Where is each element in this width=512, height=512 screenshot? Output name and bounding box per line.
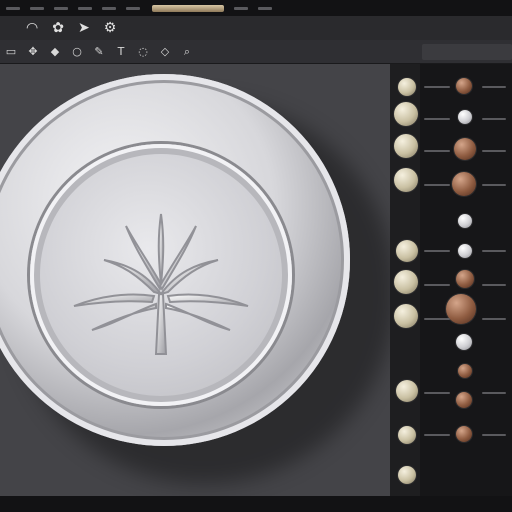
arrow-icon[interactable]: ➤ — [78, 20, 90, 36]
list-line — [424, 284, 450, 286]
coin-thumb-small[interactable] — [452, 172, 476, 196]
list-line — [482, 250, 506, 252]
zoom-icon[interactable]: ⌕ — [180, 45, 194, 58]
coin-thumb[interactable] — [394, 168, 418, 192]
menu-item-5[interactable] — [102, 7, 116, 10]
circle-icon[interactable]: ○ — [70, 45, 84, 58]
list-line — [424, 118, 450, 120]
coin-thumb[interactable] — [398, 78, 416, 96]
coin-thumb-small[interactable] — [458, 214, 472, 228]
menu-item-1[interactable] — [6, 7, 20, 10]
menu-item-2[interactable] — [30, 7, 44, 10]
list-line — [482, 184, 506, 186]
menu-item-active[interactable] — [152, 5, 224, 12]
curve-icon[interactable]: ◠ — [26, 20, 38, 36]
main-toolbar: ◠ ✿ ➤ ⚙ — [0, 16, 512, 40]
stamp-icon[interactable]: ◆ — [48, 45, 62, 58]
coin-thumb-small[interactable] — [458, 364, 472, 378]
canvas[interactable] — [0, 64, 390, 496]
coin-thumb[interactable] — [398, 466, 416, 484]
menu-item-6[interactable] — [126, 7, 140, 10]
list-line — [424, 86, 450, 88]
select-icon[interactable]: ▭ — [4, 45, 18, 58]
brush-icon[interactable]: ✎ — [92, 45, 106, 58]
list-line — [482, 86, 506, 88]
list-line — [424, 434, 450, 436]
coin-thumb-small[interactable] — [458, 110, 472, 124]
list-line — [424, 250, 450, 252]
shape-icon[interactable]: ◇ — [158, 45, 172, 58]
menu-item-7[interactable] — [234, 7, 248, 10]
move-icon[interactable]: ✥ — [26, 45, 40, 58]
coin-thumb-small[interactable] — [456, 392, 472, 408]
gear-icon[interactable]: ⚙ — [104, 20, 117, 36]
coin-thumb-small[interactable] — [456, 270, 474, 288]
menu-item-8[interactable] — [258, 7, 272, 10]
coin-thumb-small[interactable] — [456, 426, 472, 442]
coin-thumb-small[interactable] — [454, 138, 476, 160]
panel-header[interactable] — [422, 44, 512, 60]
bottom-bar — [0, 496, 512, 512]
menu-bar — [0, 0, 512, 16]
menu-items — [6, 4, 272, 12]
coin-thumb[interactable] — [394, 270, 418, 294]
lasso-icon[interactable]: ◌ — [136, 45, 150, 58]
coin-thumb-small[interactable] — [456, 78, 472, 94]
text-icon[interactable]: T — [114, 45, 128, 58]
menu-item-3[interactable] — [54, 7, 68, 10]
coin-thumb[interactable] — [396, 380, 418, 402]
coin-thumb[interactable] — [398, 426, 416, 444]
coin-thumb[interactable] — [396, 240, 418, 262]
coin-thumb[interactable] — [394, 102, 418, 126]
coin-thumb-small[interactable] — [458, 244, 472, 258]
menu-item-4[interactable] — [78, 7, 92, 10]
list-line — [482, 118, 506, 120]
coin-thumb-small[interactable] — [456, 334, 472, 350]
list-line — [482, 284, 506, 286]
coin-thumb-small[interactable] — [446, 294, 476, 324]
list-line — [424, 184, 450, 186]
list-line — [482, 392, 506, 394]
tree-icon[interactable]: ✿ — [52, 20, 64, 36]
list-line — [482, 434, 506, 436]
tree-emblem — [73, 213, 249, 355]
list-line — [424, 318, 450, 320]
coin-thumb[interactable] — [394, 304, 418, 328]
coin-thumb[interactable] — [394, 134, 418, 158]
list-line — [482, 318, 506, 320]
list-line — [482, 150, 506, 152]
list-line — [424, 392, 450, 394]
list-line — [424, 150, 450, 152]
